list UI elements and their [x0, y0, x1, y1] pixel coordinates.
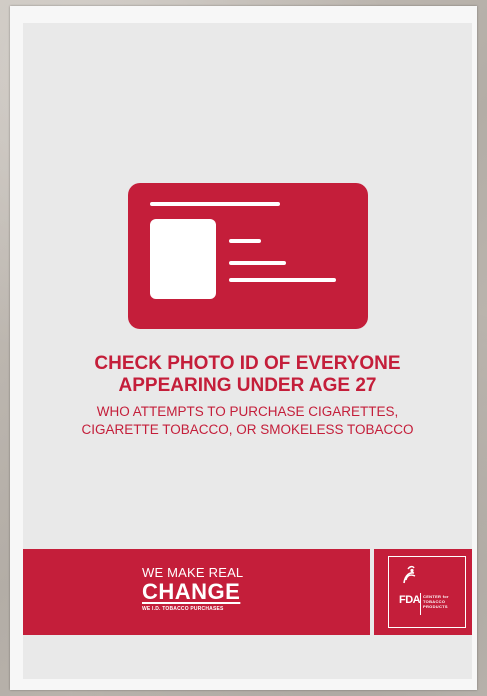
slogan-line-1: WE MAKE REAL — [142, 565, 244, 580]
id-card-photo — [150, 219, 216, 299]
poster: CHECK PHOTO ID OF EVERYONE APPEARING UND… — [23, 23, 472, 679]
id-card-text-line — [229, 261, 286, 265]
headline: CHECK PHOTO ID OF EVERYONE APPEARING UND… — [23, 353, 472, 397]
band-divider — [370, 549, 374, 635]
subheadline: WHO ATTEMPTS TO PURCHASE CIGARETTES, CIG… — [23, 403, 472, 439]
headline-line-2: APPEARING UNDER AGE 27 — [118, 375, 377, 396]
center-for-tobacco-products: CENTER for TOBACCO PRODUCTS — [423, 594, 463, 609]
id-card-header-line — [150, 202, 280, 206]
subheadline-line-2: CIGARETTE TOBACCO, OR SMOKELESS TOBACCO — [81, 422, 414, 437]
subheadline-line-1: WHO ATTEMPTS TO PURCHASE CIGARETTES, — [96, 404, 399, 419]
hhs-eagle-icon — [403, 565, 416, 584]
fda-wordmark: FDA — [399, 594, 421, 606]
slogan-line-3: WE I.D. TOBACCO PURCHASES — [142, 606, 224, 612]
fda-logo: FDA CENTER for TOBACCO PRODUCTS — [388, 556, 466, 628]
id-card-icon — [128, 183, 368, 329]
slogan: WE MAKE REAL CHANGE WE I.D. TOBACCO PURC… — [142, 565, 262, 613]
footer-band: WE MAKE REAL CHANGE WE I.D. TOBACCO PURC… — [23, 549, 472, 635]
fda-separator — [420, 593, 421, 615]
headline-line-1: CHECK PHOTO ID OF EVERYONE — [94, 353, 401, 374]
id-card-text-line — [229, 239, 261, 243]
id-card-text-line — [229, 278, 336, 282]
ctp-line-3: PRODUCTS — [423, 604, 448, 609]
slogan-line-2: CHANGE — [142, 579, 241, 604]
